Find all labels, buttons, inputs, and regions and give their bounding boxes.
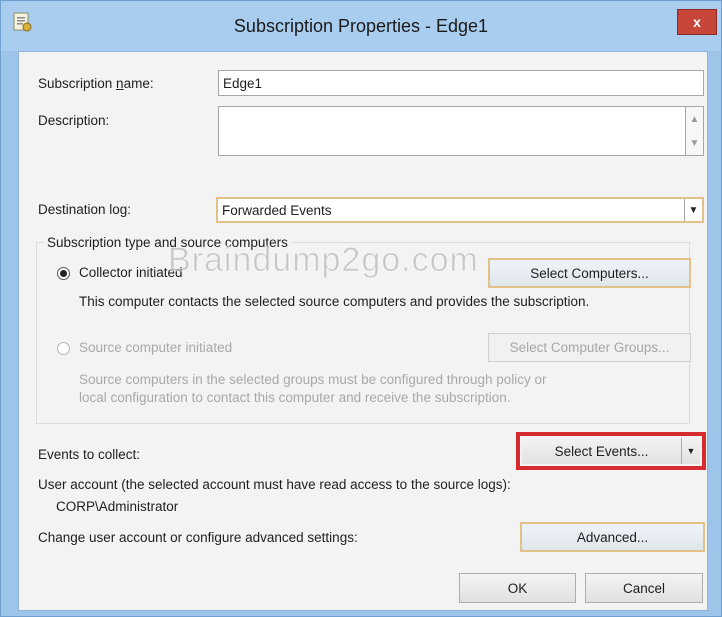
dialog-client-area: Subscription name: Edge1 Description: ▲ …: [18, 51, 708, 611]
dropdown-arrow-icon[interactable]: ▼: [684, 199, 702, 221]
scroll-up-icon[interactable]: ▲: [690, 114, 700, 125]
advanced-settings-label: Change user account or configure advance…: [38, 530, 358, 545]
subscription-name-field[interactable]: Edge1: [218, 70, 704, 96]
cancel-button[interactable]: Cancel: [585, 573, 703, 603]
destination-log-value: Forwarded Events: [222, 202, 332, 218]
title-bar[interactable]: Subscription Properties - Edge1 x: [1, 1, 721, 51]
source-computer-initiated-radio[interactable]: [57, 342, 70, 355]
subscription-name-label-text-a: Subscription: [38, 76, 117, 91]
select-computers-button[interactable]: Select Computers...: [488, 258, 691, 288]
subscription-name-label-text-c: ame:: [123, 76, 154, 91]
select-computer-groups-button[interactable]: Select Computer Groups...: [488, 333, 691, 362]
user-account-label: User account (the selected account must …: [38, 477, 511, 492]
destination-log-select[interactable]: Forwarded Events ▼: [216, 197, 704, 223]
destination-log-label: Destination log:: [38, 202, 132, 217]
close-icon: x: [693, 14, 701, 30]
description-label: Description:: [38, 113, 110, 128]
subscription-name-label-text-b: n: [116, 76, 124, 91]
subscription-properties-dialog: Subscription Properties - Edge1 x Subscr…: [0, 0, 722, 617]
subscription-name-label: Subscription name:: [38, 76, 154, 91]
collector-initiated-description: This computer contacts the selected sour…: [79, 294, 590, 309]
scroll-down-icon[interactable]: ▼: [690, 138, 700, 149]
user-account-value: CORP\Administrator: [56, 499, 179, 514]
ok-button[interactable]: OK: [459, 573, 576, 603]
watermark: Braindump2go.com: [168, 241, 479, 280]
select-events-button[interactable]: Select Events...: [522, 438, 681, 464]
source-computer-initiated-label[interactable]: Source computer initiated: [79, 340, 232, 355]
events-to-collect-label: Events to collect:: [38, 447, 141, 462]
description-scrollbar[interactable]: ▲ ▼: [685, 107, 703, 155]
collector-initiated-radio[interactable]: [57, 267, 70, 280]
close-button[interactable]: x: [677, 9, 717, 35]
description-field[interactable]: ▲ ▼: [218, 106, 704, 156]
subscription-name-value: Edge1: [223, 75, 263, 91]
advanced-button[interactable]: Advanced...: [520, 522, 705, 552]
window-title: Subscription Properties - Edge1: [233, 16, 489, 36]
source-description-line-2: local configuration to contact this comp…: [79, 390, 511, 405]
source-description-line-1: Source computers in the selected groups …: [79, 372, 547, 387]
select-events-dropdown-icon[interactable]: ▼: [681, 438, 700, 464]
